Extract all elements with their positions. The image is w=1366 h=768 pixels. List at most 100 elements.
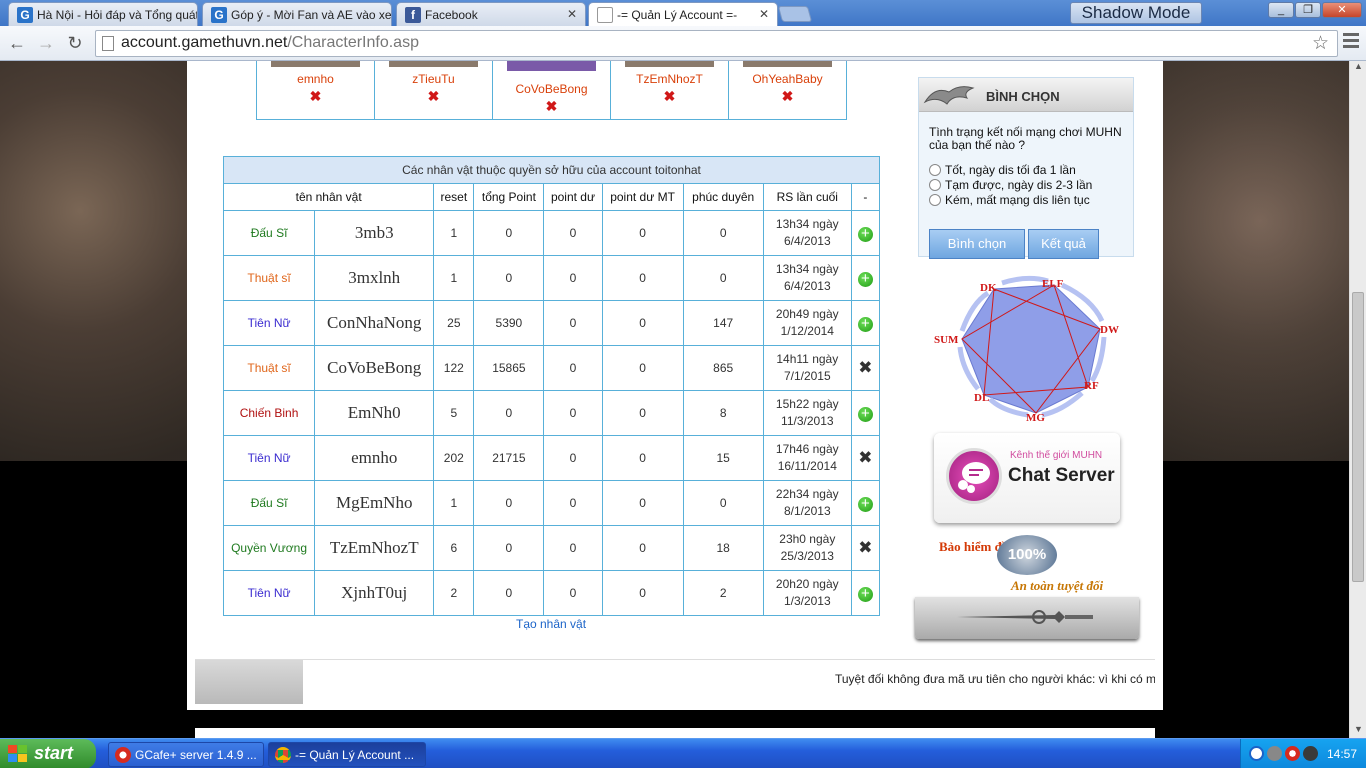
vertical-scrollbar[interactable]: ▲ ▼ xyxy=(1349,61,1366,738)
shadow-mode-button[interactable]: Shadow Mode xyxy=(1070,2,1202,24)
table-row: Thuật sĩ 3mxlnh 1 0 0 0 0 13h34 ngày 6/4/2013 + xyxy=(222,255,881,301)
chat-server-banner[interactable]: Kênh thế giới MUHN Chat Server xyxy=(934,433,1120,523)
vote-button[interactable]: Bình chọn xyxy=(929,229,1025,259)
chat-bubble-icon xyxy=(946,448,1002,504)
character-name: XjnhT0uj xyxy=(314,570,435,616)
add-icon[interactable]: + xyxy=(857,271,873,287)
page-footer: Tuyệt đối không đưa mã ưu tiên cho người… xyxy=(195,659,1155,704)
friend-name[interactable]: CoVoBeBong xyxy=(493,82,610,96)
add-icon[interactable]: + xyxy=(857,226,873,242)
tab-account-manager[interactable]: -= Quản Lý Account =- ✕ xyxy=(588,2,778,26)
forward-arrow-icon[interactable]: → xyxy=(35,32,57,54)
url-text[interactable]: account.gamethuvn.net/CharacterInfo.asp xyxy=(121,34,419,52)
last-reset-date: 6/4/2013 xyxy=(783,279,831,293)
tab-facebook[interactable]: f Facebook ✕ xyxy=(396,2,586,26)
minimize-icon[interactable]: _ xyxy=(1268,2,1294,18)
tab-label: Hà Nội - Hỏi đáp và Tổng quát xyxy=(37,8,198,22)
poll-result-button[interactable]: Kết quả xyxy=(1028,229,1099,259)
add-icon[interactable]: + xyxy=(857,316,873,332)
luck-value: 18 xyxy=(682,525,764,571)
reload-icon[interactable]: ↻ xyxy=(64,32,86,54)
character-name: ConNhaNong xyxy=(314,300,435,346)
luck-value: 0 xyxy=(682,210,764,256)
delete-icon[interactable]: ✖ xyxy=(493,99,610,113)
bookmark-star-icon[interactable]: ☆ xyxy=(1312,32,1329,55)
browser-toolbar: ← → ↻ account.gamethuvn.net/CharacterInf… xyxy=(0,26,1366,61)
friend-name[interactable]: emnho xyxy=(257,72,374,86)
radio-button[interactable] xyxy=(929,179,941,191)
delete-icon[interactable]: ✖ xyxy=(858,358,872,377)
close-window-icon[interactable]: ✕ xyxy=(1322,2,1362,18)
add-icon[interactable]: + xyxy=(857,496,873,512)
page-favicon-icon xyxy=(597,7,613,23)
tab-gop-y[interactable]: G Góp ý - Mời Fan và AE vào xem xyxy=(202,2,392,26)
facebook-favicon-icon: f xyxy=(405,7,421,23)
poll-box: BÌNH CHỌN Tình trạng kết nối mạng chơi M… xyxy=(918,77,1134,259)
total-points: 0 xyxy=(473,255,545,301)
radio-button[interactable] xyxy=(929,194,941,206)
close-tab-icon[interactable]: ✕ xyxy=(759,7,769,21)
address-bar[interactable]: account.gamethuvn.net/CharacterInfo.asp … xyxy=(95,30,1338,57)
poll-option[interactable]: Tạm được, ngày dis 2-3 lần xyxy=(929,178,1092,192)
scroll-thumb[interactable] xyxy=(1352,292,1364,582)
friend-name[interactable]: TzEmNhozT xyxy=(611,72,728,86)
poll-option[interactable]: Kém, mất mạng dis liên tục xyxy=(929,193,1090,207)
luck-value: 0 xyxy=(682,480,764,526)
close-tab-icon[interactable]: ✕ xyxy=(567,7,577,21)
reset-count: 1 xyxy=(433,210,475,256)
delete-icon[interactable]: ✖ xyxy=(858,448,872,467)
table-row: Thuật sĩ CoVoBeBong 122 15865 0 0 865 14h11 ngà… xyxy=(222,345,881,391)
delete-icon[interactable]: ✖ xyxy=(257,89,374,103)
new-tab-button[interactable] xyxy=(777,6,813,22)
action-cell: ✖ xyxy=(850,345,881,391)
character-class: Thuật sĩ xyxy=(222,345,316,391)
taskbar-item-chrome[interactable]: -= Quản Lý Account ... xyxy=(268,742,426,767)
create-character-link[interactable]: Tạo nhân vật xyxy=(516,617,586,631)
add-icon[interactable]: + xyxy=(857,586,873,602)
friend-item: TzEmNhozT ✖ xyxy=(611,61,729,119)
delete-icon[interactable]: ✖ xyxy=(858,538,872,557)
column-header: point dư xyxy=(543,183,603,211)
class-wheel-diagram: DK ELF DW RF MG DL SUM xyxy=(932,273,1122,424)
back-arrow-icon[interactable]: ← xyxy=(6,32,28,54)
delete-icon[interactable]: ✖ xyxy=(729,89,846,103)
character-class: Đấu Sĩ xyxy=(222,210,316,256)
last-reset: 23h0 ngày 25/3/2013 xyxy=(762,525,852,571)
friend-name[interactable]: zTieuTu xyxy=(375,72,492,86)
security-tray-icon[interactable] xyxy=(1303,746,1318,761)
scroll-down-icon[interactable]: ▼ xyxy=(1350,724,1366,738)
start-button[interactable]: start xyxy=(0,739,96,768)
chrome-icon xyxy=(275,747,291,763)
column-header: RS lần cuối xyxy=(762,183,852,211)
table-caption: Các nhân vật thuộc quyền sở hữu của acco… xyxy=(223,156,880,184)
free-points: 0 xyxy=(543,390,603,436)
wheel-label-elf: ELF xyxy=(1042,278,1064,290)
wheel-label-dw: DW xyxy=(1100,324,1119,336)
delete-icon[interactable]: ✖ xyxy=(375,89,492,103)
scroll-up-icon[interactable]: ▲ xyxy=(1350,61,1366,75)
total-points: 0 xyxy=(473,480,545,526)
free-points-mt: 0 xyxy=(601,435,684,481)
friend-name[interactable]: OhYeahBaby xyxy=(729,72,846,86)
last-reset: 13h34 ngày 6/4/2013 xyxy=(762,255,852,301)
total-points: 0 xyxy=(473,570,545,616)
last-reset: 20h49 ngày 1/12/2014 xyxy=(762,300,852,346)
free-points-mt: 0 xyxy=(601,255,684,301)
volume-icon[interactable] xyxy=(1267,746,1282,761)
tab-hanoi[interactable]: G Hà Nội - Hỏi đáp và Tổng quát xyxy=(8,2,198,26)
poll-option[interactable]: Tốt, ngày dis tối đa 1 lần xyxy=(929,163,1076,177)
friend-list: emnho ✖ zTieuTu ✖ CoVoBeBong ✖ TzEmNhozT ✖ O… xyxy=(256,61,847,120)
reset-count: 6 xyxy=(433,525,475,571)
last-reset-time: 20h49 ngày xyxy=(775,307,839,321)
add-icon[interactable]: + xyxy=(857,406,873,422)
delete-icon[interactable]: ✖ xyxy=(611,89,728,103)
wheel-label-sum: SUM xyxy=(934,334,959,346)
luck-value: 0 xyxy=(682,255,764,301)
gcafe-tray-icon[interactable] xyxy=(1285,746,1300,761)
restore-icon[interactable]: ❐ xyxy=(1295,2,1321,18)
network-icon[interactable] xyxy=(1249,746,1264,761)
taskbar-item-gcafe[interactable]: GCafe+ server 1.4.9 ... xyxy=(108,742,264,767)
insurance-banner[interactable]: Bảo hiểm đồ 100% An toàn tuyệt đối xyxy=(935,533,1125,597)
chrome-menu-icon[interactable] xyxy=(1343,33,1359,51)
radio-button[interactable] xyxy=(929,164,941,176)
